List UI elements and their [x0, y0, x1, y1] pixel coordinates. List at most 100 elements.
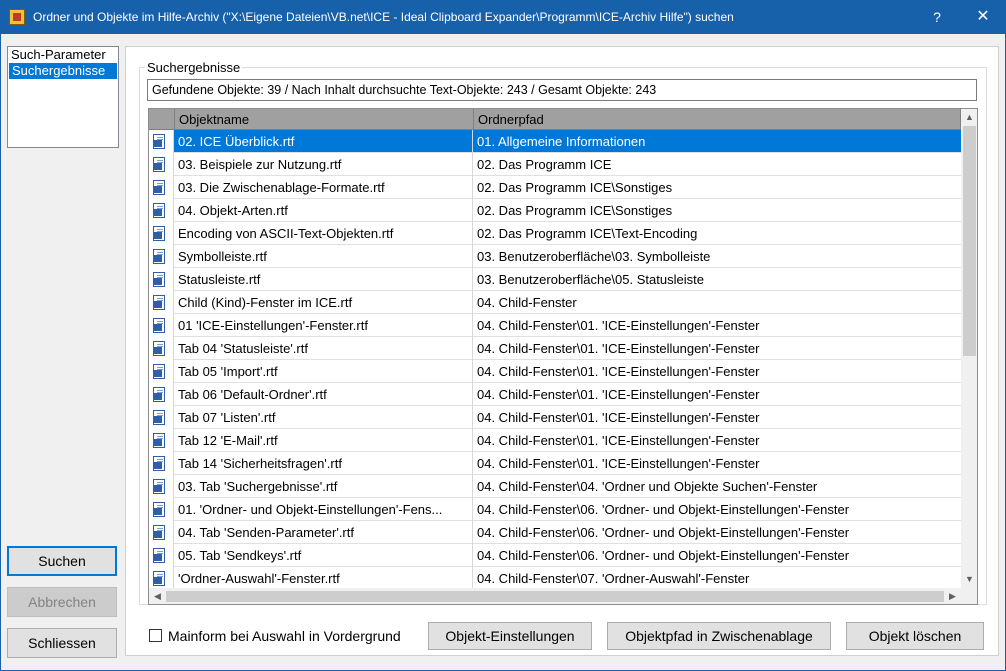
table-row[interactable]: Tab 07 'Listen'.rtf 04. Child-Fenster\01.… — [149, 406, 961, 429]
object-name-cell[interactable]: Tab 14 'Sicherheitsfragen'.rtf — [175, 452, 473, 475]
folder-path-cell[interactable]: 03. Benutzeroberfläche\05. Statusleiste — [474, 268, 961, 291]
table-row[interactable]: Tab 04 'Statusleiste'.rtf 04. Child-Fenst… — [149, 337, 961, 360]
table-row[interactable]: 01. 'Ordner- und Objekt-Einstellungen'-F… — [149, 498, 961, 521]
rtf-document-icon — [153, 134, 165, 149]
row-icon-cell — [149, 544, 174, 567]
object-name-cell[interactable]: Tab 06 'Default-Ordner'.rtf — [175, 383, 473, 406]
table-row[interactable]: 03. Beispiele zur Nutzung.rtf 02. Das Pro… — [149, 153, 961, 176]
table-row[interactable]: 03. Tab 'Suchergebnisse'.rtf 04. Child-Fe… — [149, 475, 961, 498]
table-row[interactable]: Tab 05 'Import'.rtf 04. Child-Fenster\01.… — [149, 360, 961, 383]
search-button[interactable]: Suchen — [7, 546, 117, 576]
folder-path-cell[interactable]: 04. Child-Fenster\01. 'ICE-Einstellungen… — [474, 337, 961, 360]
object-name-cell[interactable]: Encoding von ASCII-Text-Objekten.rtf — [175, 222, 473, 245]
folder-path-cell[interactable]: 04. Child-Fenster\06. 'Ordner- und Objek… — [474, 521, 961, 544]
row-icon-cell — [149, 475, 174, 498]
object-name-cell[interactable]: Symbolleiste.rtf — [175, 245, 473, 268]
table-row[interactable]: 01 'ICE-Einstellungen'-Fenster.rtf 04. Ch… — [149, 314, 961, 337]
horizontal-scroll-thumb[interactable] — [166, 591, 944, 602]
object-name-cell[interactable]: 04. Tab 'Senden-Parameter'.rtf — [175, 521, 473, 544]
folder-path-cell[interactable]: 04. Child-Fenster\01. 'ICE-Einstellungen… — [474, 360, 961, 383]
app-icon — [9, 9, 25, 25]
object-name-cell[interactable]: 03. Die Zwischenablage-Formate.rtf — [175, 176, 473, 199]
close-icon[interactable]: ✕ — [960, 0, 1006, 34]
nav-item-such-parameter[interactable]: Such-Parameter — [8, 47, 118, 63]
folder-path-cell[interactable]: 04. Child-Fenster\01. 'ICE-Einstellungen… — [474, 429, 961, 452]
table-row[interactable]: Tab 06 'Default-Ordner'.rtf 04. Child-Fen… — [149, 383, 961, 406]
scroll-left-icon[interactable]: ◀ — [149, 588, 166, 604]
vertical-scrollbar[interactable]: ▲ ▼ — [961, 109, 977, 588]
foreground-checkbox[interactable] — [149, 629, 162, 642]
folder-path-cell[interactable]: 04. Child-Fenster\07. 'Ordner-Auswahl'-F… — [474, 567, 961, 588]
table-row[interactable]: 04. Objekt-Arten.rtf 02. Das Programm ICE… — [149, 199, 961, 222]
table-row[interactable]: Child (Kind)-Fenster im ICE.rtf 04. Child… — [149, 291, 961, 314]
object-name-cell[interactable]: 03. Beispiele zur Nutzung.rtf — [175, 153, 473, 176]
delete-object-button[interactable]: Objekt löschen — [846, 622, 984, 650]
column-header-path[interactable]: Ordnerpfad — [474, 109, 961, 130]
scroll-right-icon[interactable]: ▶ — [944, 588, 961, 604]
object-name-cell[interactable]: Child (Kind)-Fenster im ICE.rtf — [175, 291, 473, 314]
close-button[interactable]: Schliessen — [7, 628, 117, 658]
object-settings-button[interactable]: Objekt-Einstellungen — [428, 622, 592, 650]
results-grid[interactable]: Objektname Ordnerpfad 02. ICE Überblick.… — [148, 108, 978, 605]
row-icon-cell — [149, 130, 174, 153]
table-row[interactable]: Encoding von ASCII-Text-Objekten.rtf 02. … — [149, 222, 961, 245]
rtf-document-icon — [153, 548, 165, 563]
object-name-cell[interactable]: 02. ICE Überblick.rtf — [175, 130, 473, 153]
folder-path-cell[interactable]: 02. Das Programm ICE\Text-Encoding — [474, 222, 961, 245]
table-row[interactable]: 03. Die Zwischenablage-Formate.rtf 02. Da… — [149, 176, 961, 199]
folder-path-cell[interactable]: 02. Das Programm ICE\Sonstiges — [474, 199, 961, 222]
table-row[interactable]: Tab 12 'E-Mail'.rtf 04. Child-Fenster\01.… — [149, 429, 961, 452]
folder-path-cell[interactable]: 04. Child-Fenster\01. 'ICE-Einstellungen… — [474, 314, 961, 337]
table-row[interactable]: Statusleiste.rtf 03. Benutzeroberfläche\0… — [149, 268, 961, 291]
table-row[interactable]: 04. Tab 'Senden-Parameter'.rtf 04. Child-… — [149, 521, 961, 544]
table-row[interactable]: 02. ICE Überblick.rtf 01. Allgemeine Info… — [149, 130, 961, 153]
object-name-cell[interactable]: Statusleiste.rtf — [175, 268, 473, 291]
table-row[interactable]: Tab 14 'Sicherheitsfragen'.rtf 04. Child-… — [149, 452, 961, 475]
row-icon-cell — [149, 429, 174, 452]
rtf-document-icon — [153, 433, 165, 448]
row-icon-cell — [149, 406, 174, 429]
folder-path-cell[interactable]: 04. Child-Fenster\01. 'ICE-Einstellungen… — [474, 452, 961, 475]
rtf-document-icon — [153, 318, 165, 333]
nav-item-suchergebnisse[interactable]: Suchergebnisse — [9, 63, 117, 79]
object-name-cell[interactable]: 04. Objekt-Arten.rtf — [175, 199, 473, 222]
horizontal-scrollbar[interactable]: ◀ ▶ — [149, 588, 961, 604]
folder-path-cell[interactable]: 04. Child-Fenster\04. 'Ordner und Objekt… — [474, 475, 961, 498]
object-name-cell[interactable]: 01 'ICE-Einstellungen'-Fenster.rtf — [175, 314, 473, 337]
folder-path-cell[interactable]: 03. Benutzeroberfläche\03. Symbolleiste — [474, 245, 961, 268]
folder-path-cell[interactable]: 04. Child-Fenster\01. 'ICE-Einstellungen… — [474, 406, 961, 429]
row-icon-cell — [149, 245, 174, 268]
scroll-down-icon[interactable]: ▼ — [961, 571, 977, 588]
copy-path-button[interactable]: Objektpfad in Zwischenablage — [607, 622, 831, 650]
table-row[interactable]: 'Ordner-Auswahl'-Fenster.rtf 04. Child-Fe… — [149, 567, 961, 588]
foreground-checkbox-label[interactable]: Mainform bei Auswahl in Vordergrund — [168, 628, 401, 644]
object-name-cell[interactable]: Tab 05 'Import'.rtf — [175, 360, 473, 383]
scroll-up-icon[interactable]: ▲ — [961, 109, 977, 126]
folder-path-cell[interactable]: 02. Das Programm ICE\Sonstiges — [474, 176, 961, 199]
table-row[interactable]: Symbolleiste.rtf 03. Benutzeroberfläche\0… — [149, 245, 961, 268]
object-name-cell[interactable]: 01. 'Ordner- und Objekt-Einstellungen'-F… — [175, 498, 473, 521]
folder-path-cell[interactable]: 04. Child-Fenster\06. 'Ordner- und Objek… — [474, 498, 961, 521]
object-name-cell[interactable]: 03. Tab 'Suchergebnisse'.rtf — [175, 475, 473, 498]
table-row[interactable]: 05. Tab 'Sendkeys'.rtf 04. Child-Fenster\… — [149, 544, 961, 567]
folder-path-cell[interactable]: 04. Child-Fenster\06. 'Ordner- und Objek… — [474, 544, 961, 567]
rtf-document-icon — [153, 341, 165, 356]
folder-path-cell[interactable]: 02. Das Programm ICE — [474, 153, 961, 176]
object-name-cell[interactable]: 'Ordner-Auswahl'-Fenster.rtf — [175, 567, 473, 588]
rtf-document-icon — [153, 295, 165, 310]
folder-path-cell[interactable]: 04. Child-Fenster — [474, 291, 961, 314]
column-header-name[interactable]: Objektname — [175, 109, 474, 130]
row-icon-cell — [149, 268, 174, 291]
folder-path-cell[interactable]: 04. Child-Fenster\01. 'ICE-Einstellungen… — [474, 383, 961, 406]
rtf-document-icon — [153, 272, 165, 287]
help-button[interactable]: ? — [914, 0, 960, 34]
object-name-cell[interactable]: Tab 07 'Listen'.rtf — [175, 406, 473, 429]
folder-path-cell[interactable]: 01. Allgemeine Informationen — [474, 130, 961, 153]
vertical-scroll-thumb[interactable] — [963, 126, 976, 356]
row-icon-cell — [149, 199, 174, 222]
object-name-cell[interactable]: 05. Tab 'Sendkeys'.rtf — [175, 544, 473, 567]
row-icon-cell — [149, 360, 174, 383]
object-name-cell[interactable]: Tab 12 'E-Mail'.rtf — [175, 429, 473, 452]
cancel-button[interactable]: Abbrechen — [7, 587, 117, 617]
object-name-cell[interactable]: Tab 04 'Statusleiste'.rtf — [175, 337, 473, 360]
